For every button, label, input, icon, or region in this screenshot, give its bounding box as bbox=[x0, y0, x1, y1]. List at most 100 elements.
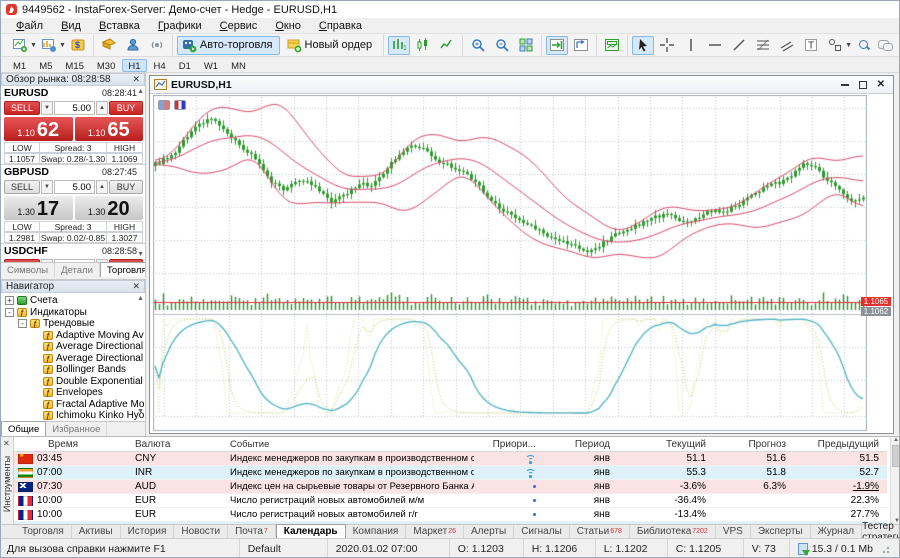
scroll-down-icon[interactable]: ▼ bbox=[137, 408, 144, 415]
close-icon[interactable]: ✕ bbox=[132, 281, 140, 292]
market-watch-tab-Символы[interactable]: Символы bbox=[1, 263, 55, 277]
horizontal-line-button[interactable] bbox=[704, 36, 726, 55]
expander-icon[interactable]: + bbox=[5, 296, 14, 305]
toolbox-tab-Статьи[interactable]: Статьи678 bbox=[570, 525, 630, 538]
one-click-trading-icon[interactable] bbox=[158, 100, 170, 110]
market-watch-button[interactable]: $ bbox=[67, 36, 89, 55]
toolbox-tab-VPS[interactable]: VPS bbox=[716, 525, 751, 538]
calendar-row[interactable]: 10:00EURЧисло регистраций новых автомоби… bbox=[14, 508, 887, 522]
ask-price-tile[interactable]: 1.1065 bbox=[75, 117, 144, 141]
toolbox-tab-Журнал[interactable]: Журнал bbox=[811, 525, 863, 538]
menu-item-Вставка[interactable]: Вставка bbox=[90, 19, 149, 33]
calendar-scrollbar[interactable]: ▲▼ bbox=[890, 437, 900, 525]
tree-item-ichimoku-kinko-hyo[interactable]: ƒIchimoku Kinko Hyo bbox=[1, 410, 146, 420]
menu-item-Файл[interactable]: Файл bbox=[7, 19, 52, 33]
toolbox-tab-Почта[interactable]: Почта7 bbox=[228, 525, 276, 538]
chat-icon[interactable] bbox=[878, 40, 892, 50]
menu-item-Вид[interactable]: Вид bbox=[52, 19, 90, 33]
tree-item-adaptive-moving-av[interactable]: ƒAdaptive Moving Av bbox=[1, 330, 146, 342]
strategy-tester-label[interactable]: Тестер стратегий bbox=[862, 525, 900, 538]
bid-price-tile[interactable]: 1.1062 bbox=[4, 117, 73, 141]
toolbox-tab-Календарь[interactable]: Календарь bbox=[276, 524, 346, 538]
toolbox-tab-Эксперты[interactable]: Эксперты bbox=[751, 525, 811, 538]
volume-increase-button[interactable]: ▲ bbox=[96, 180, 108, 194]
new-chart-button[interactable] bbox=[9, 36, 31, 55]
toolbox-tab-Библиотека[interactable]: Библиотека7202 bbox=[630, 525, 716, 538]
chart-shift-button[interactable] bbox=[570, 36, 592, 55]
cursor-button[interactable] bbox=[632, 36, 654, 55]
new-order-button[interactable]: Новый ордер bbox=[282, 36, 380, 55]
crosshair-button[interactable] bbox=[656, 36, 678, 55]
bid-price-tile[interactable]: 1.3017 bbox=[4, 196, 73, 220]
calendar-row[interactable]: 03:45CNYИндекс менеджеров по закупкам в … bbox=[14, 452, 887, 466]
calendar-row[interactable]: 07:30AUDИндекс цен на сырьевые товары от… bbox=[14, 480, 887, 494]
buy-button[interactable]: BUY bbox=[109, 180, 143, 194]
auto-scroll-button[interactable] bbox=[546, 36, 568, 55]
fibonacci-button[interactable] bbox=[752, 36, 774, 55]
channel-button[interactable] bbox=[776, 36, 798, 55]
indicators-button[interactable] bbox=[601, 36, 623, 55]
volume-increase-button[interactable]: ▲ bbox=[96, 101, 108, 115]
tree-item-average-directional[interactable]: ƒAverage Directional bbox=[1, 353, 146, 365]
volume-field[interactable]: 5.00 bbox=[54, 180, 95, 194]
depth-of-market-icon[interactable] bbox=[174, 100, 186, 110]
expander-icon[interactable]: - bbox=[18, 319, 27, 328]
status-profile[interactable]: Default bbox=[239, 539, 327, 558]
dropdown-caret-icon[interactable]: ▼ bbox=[30, 42, 37, 49]
vertical-line-button[interactable] bbox=[680, 36, 702, 55]
calendar-header-c-fct[interactable]: Прогноз bbox=[714, 437, 794, 451]
timeframe-button-W1[interactable]: W1 bbox=[198, 59, 224, 72]
sell-button[interactable]: SELL bbox=[4, 180, 40, 194]
toolbox-tab-Активы[interactable]: Активы bbox=[72, 525, 121, 538]
navigator-button[interactable] bbox=[122, 36, 144, 55]
menu-item-Графики[interactable]: Графики bbox=[149, 19, 211, 33]
shapes-button[interactable] bbox=[824, 36, 846, 55]
candles-button[interactable] bbox=[412, 36, 434, 55]
calendar-header-c-cur[interactable]: Валюта bbox=[129, 437, 224, 451]
search-icon[interactable] bbox=[859, 40, 870, 51]
tree-item-average-directional[interactable]: ƒAverage Directional bbox=[1, 341, 146, 353]
calendar-header-c-prio[interactable]: Приори... bbox=[474, 437, 544, 451]
ask-price-tile[interactable]: 1.3020 bbox=[75, 196, 144, 220]
calendar-header-c-event[interactable]: Событие bbox=[224, 437, 474, 451]
close-icon[interactable]: ✕ bbox=[877, 80, 885, 90]
timeframe-button-H4[interactable]: H4 bbox=[148, 59, 172, 72]
buy-button[interactable]: BUY bbox=[109, 101, 143, 115]
toolbox-tab-Сигналы[interactable]: Сигналы bbox=[514, 525, 570, 538]
calendar-row[interactable]: 10:00EURЧисло регистраций новых автомоби… bbox=[14, 494, 887, 508]
chart-area[interactable]: 1.1065 1.1062 bbox=[150, 94, 893, 433]
tree-item-envelopes[interactable]: ƒEnvelopes bbox=[1, 387, 146, 399]
scroll-down-icon[interactable]: ▼ bbox=[137, 251, 144, 258]
calendar-header-c-act[interactable]: Текущий bbox=[624, 437, 714, 451]
sell-button[interactable]: SELL bbox=[4, 101, 40, 115]
timeframe-button-D1[interactable]: D1 bbox=[173, 59, 197, 72]
zoom-in-button[interactable] bbox=[467, 36, 489, 55]
scroll-up-icon[interactable]: ▲ bbox=[137, 88, 144, 95]
expander-icon[interactable]: - bbox=[5, 308, 14, 317]
navigator-tab-Избранное[interactable]: Избранное bbox=[46, 422, 107, 436]
volume-decrease-button[interactable]: ▼ bbox=[41, 101, 53, 115]
menu-item-Окно[interactable]: Окно bbox=[266, 19, 310, 33]
menu-item-Сервис[interactable]: Сервис bbox=[211, 19, 267, 33]
calendar-header-c-per[interactable]: Период bbox=[544, 437, 624, 451]
tree-item-счета[interactable]: +Счета bbox=[1, 295, 146, 307]
toolbox-tab-Маркет[interactable]: Маркет26 bbox=[406, 525, 464, 538]
timeframe-button-M5[interactable]: M5 bbox=[33, 59, 58, 72]
tree-item-fractal-adaptive-mo[interactable]: ƒFractal Adaptive Mo bbox=[1, 399, 146, 411]
tree-item-трендовые[interactable]: -ƒТрендовые bbox=[1, 318, 146, 330]
scroll-up-icon[interactable]: ▲ bbox=[137, 295, 144, 302]
timeframe-button-M1[interactable]: M1 bbox=[7, 59, 32, 72]
ipc-button[interactable] bbox=[146, 36, 168, 55]
profiles-button[interactable] bbox=[38, 36, 60, 55]
maximize-icon[interactable] bbox=[859, 81, 867, 89]
line-chart-button[interactable] bbox=[436, 36, 458, 55]
text-tool-button[interactable]: T bbox=[800, 36, 822, 55]
tree-item-индикаторы[interactable]: -ƒИндикаторы bbox=[1, 307, 146, 319]
timeframe-button-H1[interactable]: H1 bbox=[122, 59, 146, 72]
calendar-header-c-prev[interactable]: Предыдущий bbox=[794, 437, 887, 451]
zoom-out-button[interactable] bbox=[491, 36, 513, 55]
volume-field[interactable]: 5.00 bbox=[54, 101, 95, 115]
resize-grip[interactable] bbox=[879, 543, 891, 555]
tree-item-bollinger-bands[interactable]: ƒBollinger Bands bbox=[1, 364, 146, 376]
market-watch-tab-Детали[interactable]: Детали bbox=[55, 263, 100, 277]
